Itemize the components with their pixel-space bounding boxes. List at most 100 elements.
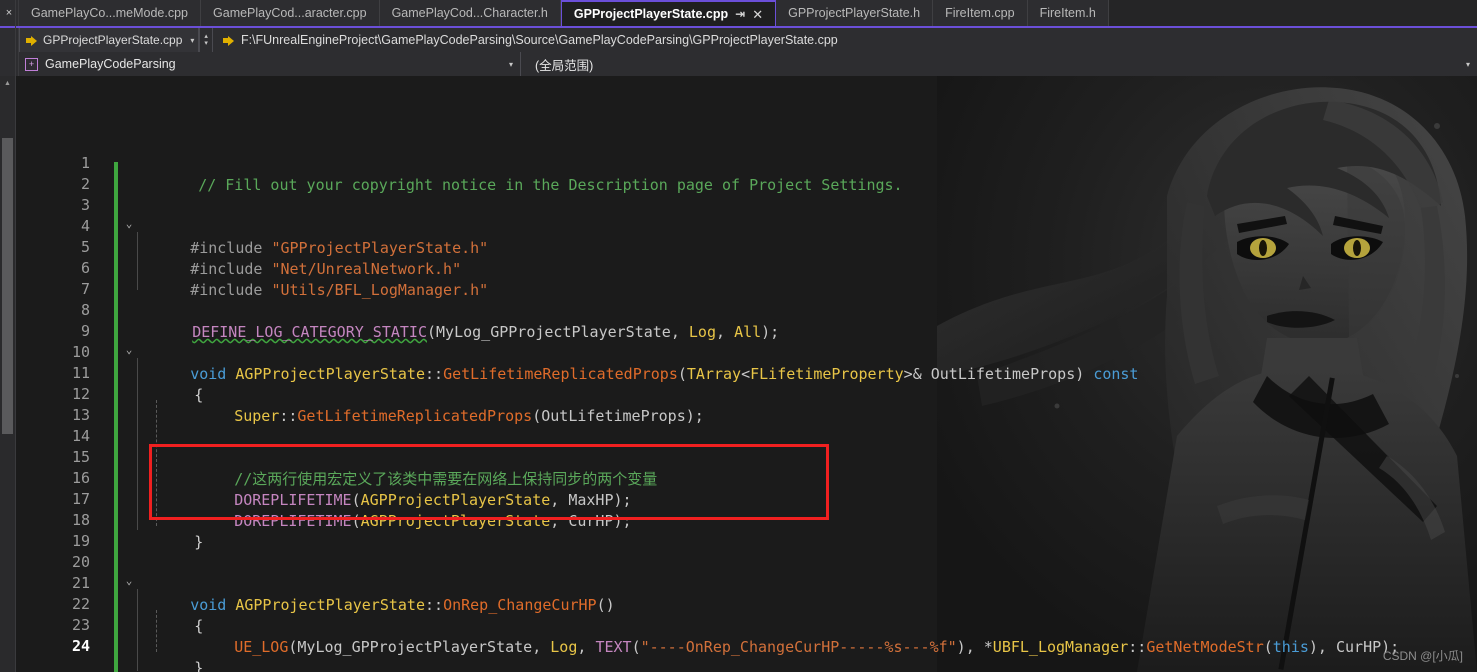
code-editor[interactable]: 1 2 3 4 5 6 7 8 9 10 11 12 13 14 15 16 1… xyxy=(16,76,1477,672)
code-line-1[interactable]: // Fill out your copyright notice in the… xyxy=(144,154,903,217)
tab-label: GamePlayCod...aracter.cpp xyxy=(213,6,367,20)
code-token-end: ); xyxy=(613,512,632,530)
code-token-paren: ( xyxy=(631,638,641,656)
code-token-scope-op: :: xyxy=(1128,638,1147,656)
arrow-right-icon xyxy=(222,35,234,46)
code-token-keyword-this: this xyxy=(1272,638,1309,656)
line-number: 18 xyxy=(71,511,90,529)
line-number: 16 xyxy=(71,469,90,487)
code-token-template-type: TArray xyxy=(686,365,742,383)
code-token-function: GetLifetimeReplicatedProps xyxy=(297,407,533,425)
project-icon: + xyxy=(25,57,38,71)
code-token-args: (MyLog_GPProjectPlayerState, xyxy=(427,323,689,341)
editor-tab-strip: × GamePlayCo...meMode.cpp GamePlayCod...… xyxy=(0,0,1477,28)
line-number: 8 xyxy=(80,301,90,319)
line-number: 1 xyxy=(80,154,90,172)
chevron-down-icon[interactable]: ▾ xyxy=(1466,60,1470,69)
fold-collapse-icon[interactable]: ⌄ xyxy=(123,574,135,587)
fold-collapse-icon[interactable]: ⌄ xyxy=(123,343,135,356)
nav-left-stub[interactable]: ▾ xyxy=(0,28,126,652)
code-token-function: GetNetModeStr xyxy=(1146,638,1264,656)
code-token-brace: } xyxy=(194,533,204,551)
editor-vertical-scrollbar[interactable]: ▲ xyxy=(0,76,15,672)
tab-fireitem-h[interactable]: FireItem.h xyxy=(1027,0,1109,26)
line-number: 14 xyxy=(71,427,90,445)
code-token-verbosity-all: All xyxy=(734,323,762,341)
line-number: 10 xyxy=(71,343,90,361)
code-line-17[interactable]: } xyxy=(140,511,203,574)
code-token-string: "Utils/BFL_LogManager.h" xyxy=(271,281,489,299)
line-number: 2 xyxy=(80,175,90,193)
code-token-function: OnRep_ChangeCurHP xyxy=(443,596,597,614)
code-token-scope-op: :: xyxy=(425,365,444,383)
close-icon[interactable]: ✕ xyxy=(752,8,763,21)
active-file-selector[interactable]: GPProjectPlayerState.cpp ▾ xyxy=(19,28,200,52)
line-number: 23 xyxy=(71,616,90,634)
code-token-macro-uelog: UE_LOG xyxy=(234,638,289,656)
code-token-paren: ) xyxy=(1075,365,1094,383)
scrollbar-up-arrow-icon[interactable]: ▲ xyxy=(0,76,15,90)
code-token-class: UBFL_LogManager xyxy=(992,638,1129,656)
file-path-breadcrumb[interactable]: F:\FUnrealEngineProject\GamePlayCodePars… xyxy=(211,28,1477,52)
spinner-down-icon[interactable]: ▾ xyxy=(204,40,208,47)
code-token-string: "----OnRep_ChangeCurHP-----%s---%f" xyxy=(640,638,957,656)
spinner-up-icon[interactable]: ▴ xyxy=(204,33,208,40)
scrollbar-thumb[interactable] xyxy=(2,138,13,434)
line-number: 9 xyxy=(80,322,90,340)
line-number: 6 xyxy=(80,259,90,277)
code-token-args: (OutLifetimeProps); xyxy=(532,407,704,425)
tab-gpprojectplayerstate-h[interactable]: GPProjectPlayerState.h xyxy=(776,0,934,26)
code-token-angle: < xyxy=(741,365,751,383)
line-number: 15 xyxy=(71,448,90,466)
code-layer[interactable]: 1 2 3 4 5 6 7 8 9 10 11 12 13 14 15 16 1… xyxy=(16,76,1477,672)
arrow-right-icon xyxy=(26,35,37,46)
code-token-macro: DEFINE_LOG_CATEGORY_STATIC xyxy=(192,323,427,341)
file-path-label: F:\FUnrealEngineProject\GamePlayCodePars… xyxy=(240,33,838,47)
tab-strip-left-stub[interactable]: × xyxy=(0,0,19,26)
code-token-end: ); xyxy=(761,323,780,341)
code-token-brace: } xyxy=(194,659,204,672)
pin-icon[interactable]: ⇥ xyxy=(735,8,745,20)
tab-fireitem-cpp[interactable]: FireItem.cpp xyxy=(933,0,1028,26)
tab-gameplay-gamemode-cpp[interactable]: GamePlayCo...meMode.cpp xyxy=(19,0,202,26)
code-token-ref: & xyxy=(912,365,931,383)
code-token-class: AGPProjectPlayerState xyxy=(360,512,551,530)
code-token-sep: ), * xyxy=(956,638,993,656)
tab-gameplay-character-cpp[interactable]: GamePlayCod...aracter.cpp xyxy=(201,0,380,26)
code-line-16[interactable]: DOREPLIFETIME(AGPProjectPlayerState, Cur… xyxy=(180,490,632,553)
code-token-param: OutLifetimeProps xyxy=(930,365,1076,383)
code-token-paren: ( xyxy=(1263,638,1273,656)
code-token-text-macro: TEXT xyxy=(595,638,632,656)
line-number: 13 xyxy=(71,406,90,424)
chevron-down-icon[interactable]: ▾ xyxy=(190,36,194,45)
tab-label: GamePlayCo...meMode.cpp xyxy=(31,6,189,20)
project-scope-label: GamePlayCodeParsing xyxy=(45,57,176,71)
code-token-parens: () xyxy=(596,596,615,614)
fold-collapse-icon[interactable]: ⌄ xyxy=(123,217,135,230)
line-number: 3 xyxy=(80,196,90,214)
line-number: 4 xyxy=(80,217,90,235)
member-scope-dropdown[interactable]: (全局范围) ▾ xyxy=(521,52,1477,76)
code-line-23[interactable]: } xyxy=(140,637,203,672)
line-number: 12 xyxy=(71,385,90,403)
code-token-comment: // Fill out your copyright notice in the… xyxy=(198,176,903,194)
code-token-paren: ( xyxy=(351,512,361,530)
tab-gpprojectplayerstate-cpp[interactable]: GPProjectPlayerState.cpp ⇥ ✕ xyxy=(560,0,777,26)
tab-label: GPProjectPlayerState.h xyxy=(788,6,921,20)
code-line-12[interactable]: Super::GetLifetimeReplicatedProps(OutLif… xyxy=(180,385,704,448)
code-token-template-arg: FLifetimeProperty xyxy=(750,365,904,383)
tab-gameplay-character-h[interactable]: GamePlayCod...Character.h xyxy=(379,0,561,26)
line-number: 19 xyxy=(71,532,90,550)
tab-strip-filler xyxy=(1108,0,1477,26)
line-number: 7 xyxy=(80,280,90,298)
close-icon[interactable]: × xyxy=(6,7,12,19)
code-token-args: (MyLog_GPProjectPlayerState, xyxy=(288,638,551,656)
line-number: 17 xyxy=(71,490,90,508)
code-token-paren: ( xyxy=(677,365,687,383)
project-scope-dropdown[interactable]: + GamePlayCodeParsing ▾ xyxy=(19,52,521,76)
watermark-label: CSDN @[小瓜] xyxy=(1382,649,1463,663)
code-token-class: AGPProjectPlayerState xyxy=(235,365,425,383)
code-line-22[interactable]: UE_LOG(MyLog_GPProjectPlayerState, Log, … xyxy=(180,616,1399,672)
chevron-down-icon[interactable]: ▾ xyxy=(509,60,513,69)
file-nav-spinner[interactable]: ▴ ▾ xyxy=(199,28,212,52)
